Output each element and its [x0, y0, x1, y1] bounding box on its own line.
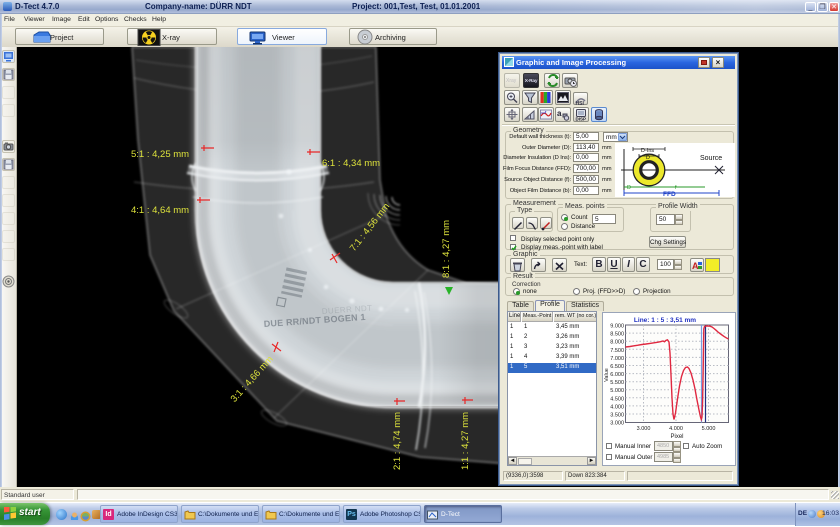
- svg-text:3.000: 3.000: [637, 426, 651, 432]
- svg-text:8.500: 8.500: [610, 332, 624, 338]
- svg-text:4.000: 4.000: [669, 426, 683, 432]
- svg-text:3.500: 3.500: [610, 413, 624, 419]
- svg-text:5.000: 5.000: [702, 426, 716, 432]
- svg-text:4.500: 4.500: [610, 396, 624, 402]
- svg-text:A: A: [692, 261, 699, 271]
- svg-text:2:1 : 4,74 mm: 2:1 : 4,74 mm: [392, 412, 403, 470]
- svg-text:D-Ins: D-Ins: [641, 148, 654, 154]
- svg-text:3.000: 3.000: [610, 421, 624, 427]
- svg-text:Pixel: Pixel: [670, 434, 683, 440]
- svg-text:Source: Source: [700, 155, 722, 162]
- svg-text:5.000: 5.000: [610, 388, 624, 394]
- svg-text:DISP: DISP: [576, 117, 587, 122]
- svg-text:8.000: 8.000: [610, 340, 624, 346]
- svg-text:Line: 1 : 5 : 3,51 mm: Line: 1 : 5 : 3,51 mm: [634, 317, 696, 324]
- svg-text:5:1 : 4,25 mm: 5:1 : 4,25 mm: [131, 149, 189, 160]
- svg-text:5.500: 5.500: [610, 380, 624, 386]
- svg-text:7.000: 7.000: [610, 356, 624, 362]
- svg-text:6:1 : 4,34 mm: 6:1 : 4,34 mm: [322, 158, 380, 169]
- svg-text:7.500: 7.500: [610, 348, 624, 354]
- svg-text:4:1 : 4,64 mm: 4:1 : 4,64 mm: [131, 205, 189, 216]
- svg-text:1:1 : 4,27 mm: 1:1 : 4,27 mm: [460, 412, 471, 470]
- svg-text:a: a: [557, 109, 562, 118]
- svg-text:D: D: [627, 185, 631, 191]
- svg-text:D: D: [646, 155, 650, 161]
- svg-text:9.000: 9.000: [610, 324, 624, 330]
- svg-text:4.000: 4.000: [610, 404, 624, 410]
- svg-text:6.500: 6.500: [610, 364, 624, 370]
- svg-text:6.000: 6.000: [610, 372, 624, 378]
- svg-text:FFD: FFD: [663, 191, 676, 197]
- svg-text:8:1 : 4,27 mm: 8:1 : 4,27 mm: [441, 220, 452, 278]
- svg-text:Value: Value: [604, 368, 610, 382]
- svg-text:HSI: HSI: [576, 101, 585, 106]
